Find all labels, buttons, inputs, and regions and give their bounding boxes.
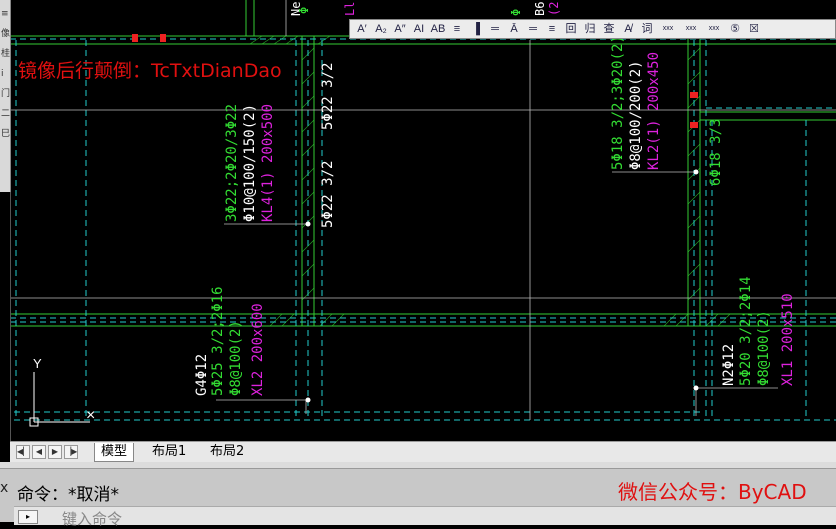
top-label: B6 [533,2,547,16]
tab-layout1[interactable]: 布局1 [146,443,192,461]
command-line-panel: x 命令：*取消* 微信公众号：ByCAD ▸ 键入命令 [0,462,836,528]
annotation-kl4-top: 3Φ22;2Φ20/3Φ22 [224,104,240,222]
circled-number-icon[interactable]: ⑤ [727,21,743,37]
prev-tab-button[interactable]: ◀ [32,445,46,459]
subscript-icon[interactable]: A₂ [373,21,389,37]
top-labels: Ne Φ Ll Φ B6 (2) [289,0,561,16]
first-tab-button[interactable]: ◀▏ [16,445,30,459]
palette-item[interactable]: 二 [0,108,10,120]
last-tab-button[interactable]: ▕▶ [64,445,78,459]
tool-palette[interactable]: ≡ 像 桂 i 门 二 巳 [0,0,11,192]
column-icon[interactable]: ▐ [468,21,484,37]
annotation-xl1-hanger: N2Φ12 [721,344,737,386]
close-icon[interactable]: x [0,480,8,496]
annotation-kl2-name: KL2(1) 200x450 [646,52,662,170]
annotation-mid-bottom-2: 5Φ22 3/2 [320,161,336,228]
paragraph-icon[interactable]: ≡ [544,21,560,37]
top-label: Ll [343,2,357,16]
annotation-xl2-top: 5Φ25 3/2;2Φ16 [210,286,226,396]
annotation-xl1-top: 5Φ20 3/2;2Φ14 [738,276,754,386]
special-char-icon-3[interactable]: xxx [704,21,724,37]
layout-tabs-bar: ◀▏ ◀ ▶ ▕▶ 模型 布局1 布局2 [10,441,836,462]
find-icon[interactable]: 查 [601,21,617,37]
annotation-kl4-stirrup: Φ10@100/150(2) [242,104,258,222]
command-input-row[interactable]: ▸ 键入命令 [14,506,836,528]
annotation-kl4-name: KL4(1) 200x500 [260,104,276,222]
top-label: Φ [297,7,311,14]
annotation-mid-bottom-1: 5Φ22 3/2 [320,63,336,130]
spell-check-icon[interactable]: A̸ [620,21,636,37]
annotation-kl2-stirrup: Φ8@100/200(2) [628,60,644,170]
strike-icon[interactable]: AB [430,21,446,37]
tab-model[interactable]: 模型 [94,443,135,462]
text-edit-toolbar: A′ A₂ A″ AI AB ≡ ▐ ═ Ā ═ ≡ 回 归 查 A̸ 词 xx… [349,19,836,39]
palette-item[interactable]: 门 [0,88,10,100]
command-line-splitter[interactable] [0,462,836,469]
ucs-y-label: Y [33,356,42,371]
next-tab-button[interactable]: ▶ [48,445,62,459]
watermark: 微信公众号：ByCAD [618,480,807,504]
palette-item[interactable]: 桂 [0,48,10,60]
axis-grid-lines [10,38,836,421]
annotation-xl1-stirrup: Φ8@100(2) [756,310,772,386]
leader-dots [305,169,699,403]
special-char-icon-2[interactable]: xxx [681,21,701,37]
command-input[interactable]: 键入命令 [62,508,122,529]
palette-item[interactable]: ≡ [0,8,10,20]
palette-item[interactable]: i [0,68,10,80]
special-char-icon[interactable]: xxx [658,21,678,37]
palette-item[interactable]: 巳 [0,128,10,140]
top-label: (2) [547,0,561,16]
ucs-x-marker: × [86,407,95,424]
command-history: 命令：*取消* [17,485,119,505]
annotation-kl2-top: 5Φ18 3/2;3Φ20(2) [610,35,626,170]
word-library-icon[interactable]: 词 [639,21,655,37]
annotation-right-bottom: 6Φ18 3/3 [708,119,724,186]
top-label: Φ [509,9,523,16]
annotation-xl2-name: XL2 200x600 [250,303,266,396]
palette-item[interactable]: 像 [0,28,10,40]
merge-icon[interactable]: 归 [582,21,598,37]
underline-icon[interactable]: ═ [487,21,503,37]
italic-icon[interactable]: AI [411,21,427,37]
frame-icon[interactable]: 回 [563,21,579,37]
char-style-icon[interactable]: A″ [392,21,408,37]
annotation-xl2-stirrup: Φ8@100(2) [228,320,244,396]
palette-rail [0,192,11,462]
overline-icon[interactable]: Ā [506,21,522,37]
align-icon[interactable]: ≡ [449,21,465,37]
superscript-icon[interactable]: A′ [354,21,370,37]
tab-layout2[interactable]: 布局2 [204,443,250,461]
annotation-xl2-hanger: G4Φ12 [194,354,210,396]
command-note-overlay: 镜像后行颠倒：TcTxtDianDao [18,60,282,82]
annotation-xl1-name: XL1 200x510 [780,293,796,386]
close-toolbar-icon[interactable]: ☒ [746,21,762,37]
double-line-icon[interactable]: ═ [525,21,541,37]
